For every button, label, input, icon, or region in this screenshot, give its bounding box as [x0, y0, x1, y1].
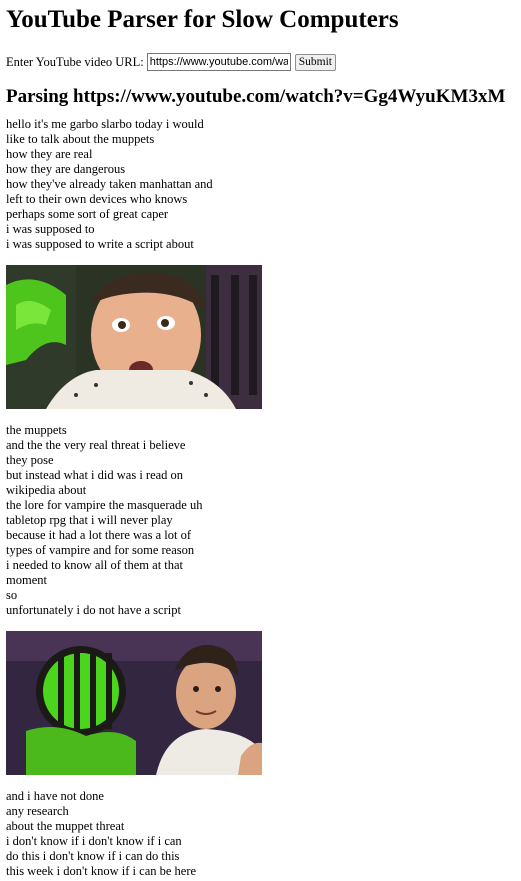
- transcript-segment-3: and i have not done any research about t…: [6, 789, 515, 879]
- page-title: YouTube Parser for Slow Computers: [6, 6, 399, 33]
- transcript-line: hello it's me garbo slarbo today i would: [6, 117, 204, 131]
- transcript-line: and the the very real threat i believe: [6, 438, 186, 452]
- video-frame-thumbnail: [6, 265, 262, 409]
- transcript-line: the lore for vampire the masquerade uh: [6, 498, 203, 512]
- transcript-line: i was supposed to write a script about: [6, 237, 194, 251]
- url-label: Enter YouTube video URL:: [6, 54, 144, 69]
- transcript-line: perhaps some sort of great caper: [6, 207, 169, 221]
- transcript-segment-1: hello it's me garbo slarbo today i would…: [6, 117, 515, 252]
- parsing-heading: Parsing https://www.youtube.com/watch?v=…: [6, 86, 506, 107]
- video-frame-thumbnail: [6, 631, 262, 775]
- url-input[interactable]: [146, 53, 291, 71]
- transcript-line: about the muppet threat: [6, 819, 125, 833]
- transcript-line: like to talk about the muppets: [6, 132, 155, 146]
- transcript-line: i was supposed to: [6, 222, 95, 236]
- transcript-line: i needed to know all of them at that: [6, 558, 184, 572]
- transcript-line: how they are real: [6, 147, 93, 161]
- transcript-line: because it had a lot there was a lot of: [6, 528, 191, 542]
- transcript-line: how they are dangerous: [6, 162, 126, 176]
- transcript-line: but instead what i did was i read on: [6, 468, 184, 482]
- transcript-line: so: [6, 588, 18, 602]
- page: YouTube Parser for Slow Computers Enter …: [0, 0, 521, 879]
- transcript-line: how they've already taken manhattan and: [6, 177, 213, 191]
- transcript-line: any research: [6, 804, 69, 818]
- transcript-line: moment: [6, 573, 47, 587]
- transcript-line: types of vampire and for some reason: [6, 543, 195, 557]
- transcript-line: the muppets: [6, 423, 67, 437]
- url-form: Enter YouTube video URL: Submit: [6, 52, 515, 72]
- submit-button[interactable]: Submit: [294, 53, 336, 71]
- transcript-line: tabletop rpg that i will never play: [6, 513, 173, 527]
- transcript-line: i don't know if i don't know if i can: [6, 834, 182, 848]
- transcript-segment-2: the muppets and the the very real threat…: [6, 423, 515, 618]
- transcript-line: unfortunately i do not have a script: [6, 603, 181, 617]
- transcript-line: do this i don't know if i can do this: [6, 849, 180, 863]
- transcript-line: left to their own devices who knows: [6, 192, 188, 206]
- transcript-line: and i have not done: [6, 789, 104, 803]
- transcript-line: this week i don't know if i can be here: [6, 864, 197, 878]
- transcript-line: wikipedia about: [6, 483, 87, 497]
- transcript-line: they pose: [6, 453, 54, 467]
